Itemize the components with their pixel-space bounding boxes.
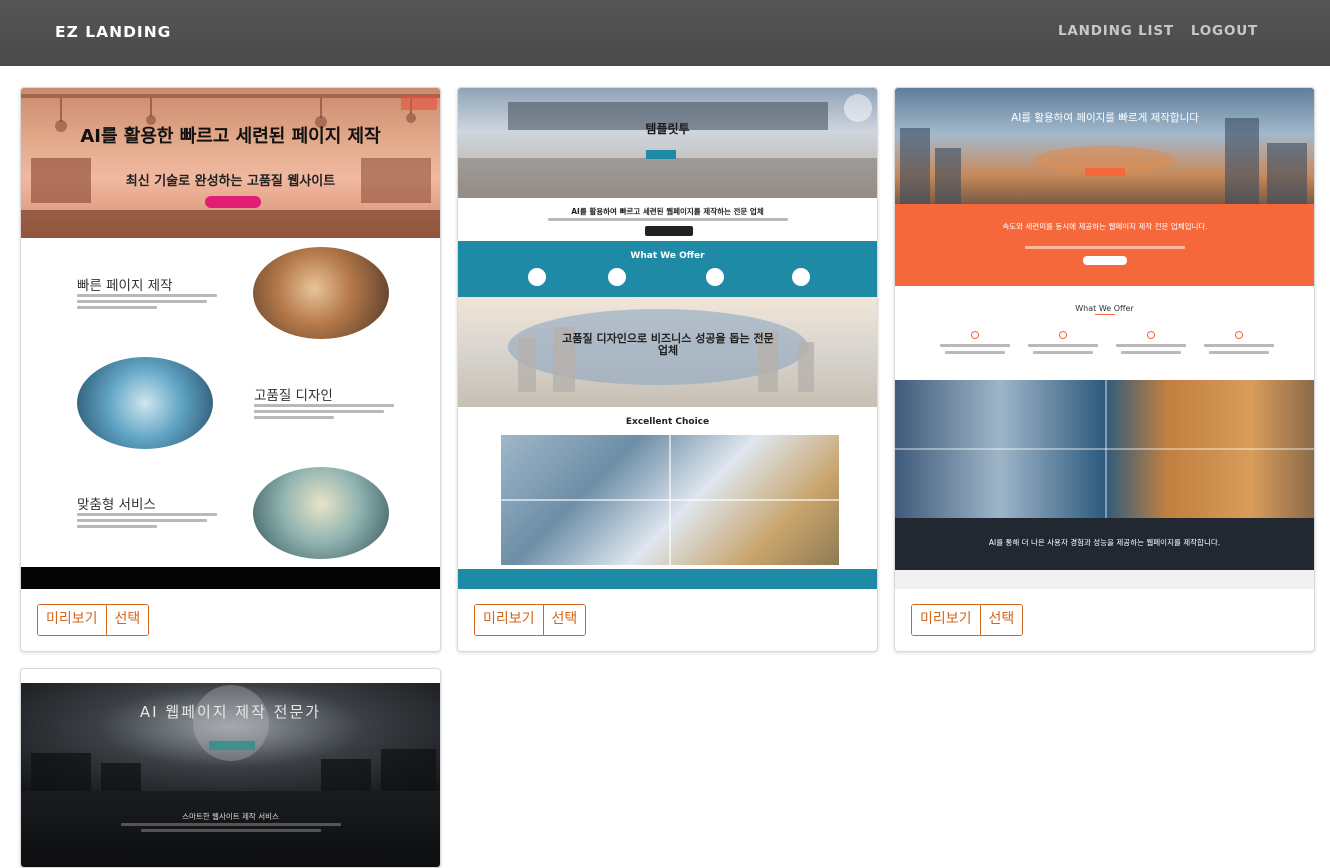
offer-icon [792,268,810,286]
dark-section: 스마트한 웹사이트 제작 서비스 [21,791,440,867]
hero-scene-graphic [458,94,877,198]
top-navbar: EZ LANDING LANDING LIST LOGOUT [0,0,1330,66]
select-button[interactable]: 선택 [105,605,149,635]
choice-collage [501,435,839,565]
select-button[interactable]: 선택 [542,605,586,635]
offer-underline [1095,314,1115,315]
dark-section: AI를 통해 더 나은 사용자 경험과 성능을 제공하는 웹페이지를 제작합니다… [895,518,1314,570]
text-line [1209,351,1269,354]
nav-landing-list-link[interactable]: LANDING LIST [1058,23,1174,39]
offer-icon [1059,331,1067,339]
thumb-hero: 템플릿투 [458,88,877,198]
hero-title: AI를 활용한 빠르고 세련된 페이지 제작 [80,126,381,147]
template-thumbnail-4[interactable]: AI 웹페이지 제작 전문가 스마트한 웹사이트 제작 서비스 [21,669,440,867]
thumb-hero: AI 웹페이지 제작 전문가 [21,683,440,791]
feature-image-3 [253,467,389,559]
feature-image-2 [77,357,213,449]
image-grid [895,380,1314,518]
hero-title: 템플릿투 [645,122,690,136]
text-line [1025,246,1185,249]
offer-icon [528,268,546,286]
headline: AI를 활용하여 빠르고 세련된 웹페이지를 제작하는 전문 업체 [571,207,764,216]
text-line [77,519,207,522]
offer-icon [608,268,626,286]
thumb-hero: AI를 활용하여 페이지를 빠르게 제작합니다 [895,88,1314,204]
template-card-2: 템플릿투 AI를 활용하여 빠르고 세련된 웹페이지를 제작하는 전문 업체 W… [457,87,878,652]
dark-text: AI를 통해 더 나은 사용자 경험과 성능을 제공하는 웹페이지를 제작합니다… [988,538,1221,547]
text-line [121,823,341,826]
choice-heading: Excellent Choice [625,417,710,427]
text-line [254,404,394,407]
orange-section: 속도와 세련미를 동시에 제공하는 웹페이지 제작 전문 업체입니다. [895,204,1314,286]
text-line [254,416,334,419]
orange-button [1083,256,1127,265]
select-button[interactable]: 선택 [979,605,1023,635]
card-actions: 미리보기 선택 [37,604,150,636]
orange-text: 속도와 세련미를 동시에 제공하는 웹페이지 제작 전문 업체입니다. [1002,222,1208,231]
hero-marquee-strip [21,210,440,238]
text-line [1028,344,1098,347]
thumb-hero: AI를 활용한 빠르고 세련된 페이지 제작 최신 기술로 완성하는 고품질 웹… [21,88,440,238]
dark-title: 스마트한 웹사이트 제작 서비스 [182,812,279,821]
hero-title: AI를 활용하여 페이지를 빠르게 제작합니다 [1011,112,1199,124]
text-line [77,513,217,516]
text-line [945,351,1005,354]
offer-heading: What We Offer [1075,304,1134,313]
city-section: 고품질 디자인으로 비즈니스 성공을 돕는 전문 업체 [458,297,877,407]
city-title: 고품질 디자인으로 비즈니스 성공을 돕는 전문 업체 [562,332,774,357]
text-line [1121,351,1181,354]
hero-title: AI 웹페이지 제작 전문가 [139,703,322,721]
text-line [77,525,157,528]
headline-button [645,226,693,236]
hero-scene-graphic [31,685,436,791]
template-card-4: AI 웹페이지 제작 전문가 스마트한 웹사이트 제작 서비스 [20,668,441,868]
text-line [254,410,384,413]
text-line [1116,344,1186,347]
text-line [1033,351,1093,354]
text-line [77,294,217,297]
template-card-1: AI를 활용한 빠르고 세련된 페이지 제작 최신 기술로 완성하는 고품질 웹… [20,87,441,652]
thumb-footer [21,567,440,589]
offer-icon [706,268,724,286]
offer-heading: What We Offer [630,251,705,261]
offer-band: What We Offer [458,241,877,297]
nav-links: LANDING LIST LOGOUT [1058,23,1258,39]
text-line [77,300,207,303]
preview-button[interactable]: 미리보기 [38,605,106,635]
card-actions: 미리보기 선택 [911,604,1024,636]
preview-button[interactable]: 미리보기 [475,605,543,635]
text-line [1204,344,1274,347]
feature-title-1: 빠른 페이지 제작 [77,278,173,294]
offer-icon [971,331,979,339]
text-line [77,306,157,309]
offer-icon [1147,331,1155,339]
template-thumbnail-3[interactable]: AI를 활용하여 페이지를 빠르게 제작합니다 속도와 세련미를 동시에 제공하… [895,88,1314,589]
card-actions: 미리보기 선택 [474,604,587,636]
feature-title-2: 고품질 디자인 [254,388,333,404]
collage-divider [501,499,839,501]
template-thumbnail-1[interactable]: AI를 활용한 빠르고 세련된 페이지 제작 최신 기술로 완성하는 고품질 웹… [21,88,440,589]
hero-cta-pill [205,196,261,208]
preview-button[interactable]: 미리보기 [912,605,980,635]
hero-scene-graphic [900,118,1307,204]
feature-image-1 [253,247,389,339]
hero-subtitle: 최신 기술로 완성하는 고품질 웹사이트 [125,174,336,189]
text-line [940,344,1010,347]
nav-logout-link[interactable]: LOGOUT [1191,23,1258,39]
thumb-footer [895,570,1314,589]
template-thumbnail-2[interactable]: 템플릿투 AI를 활용하여 빠르고 세련된 웹페이지를 제작하는 전문 업체 W… [458,88,877,589]
grid-divider [895,448,1314,450]
text-line [548,218,788,221]
feature-title-3: 맞춤형 서비스 [77,497,156,513]
template-card-3: AI를 활용하여 페이지를 빠르게 제작합니다 속도와 세련미를 동시에 제공하… [894,87,1315,652]
offer-icon [1235,331,1243,339]
thumb-footer [458,569,877,589]
text-line [141,829,321,832]
brand-logo[interactable]: EZ LANDING [55,23,171,41]
